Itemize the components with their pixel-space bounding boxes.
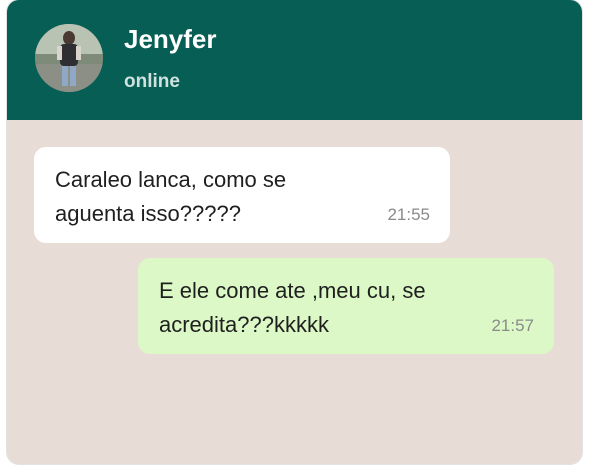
message-time: 21:55 [387, 205, 430, 224]
message-time: 21:57 [491, 316, 534, 335]
contact-name: Jenyfer [124, 24, 217, 54]
message-text: Caraleo lanca, como se aguenta isso????? [55, 167, 287, 226]
avatar-photo [35, 24, 103, 92]
message-text: E ele come ate ,meu cu, se acredita???kk… [159, 278, 426, 337]
contact-status: online [124, 71, 180, 92]
message-incoming[interactable]: Caraleo lanca, como se aguenta isso?????… [34, 147, 450, 243]
avatar[interactable] [35, 24, 103, 92]
message-outgoing[interactable]: E ele come ate ,meu cu, se acredita???kk… [138, 258, 554, 354]
chat-header: Jenyfer online [7, 0, 582, 120]
chat-window: Jenyfer online Caraleo lanca, como se ag… [7, 0, 582, 464]
